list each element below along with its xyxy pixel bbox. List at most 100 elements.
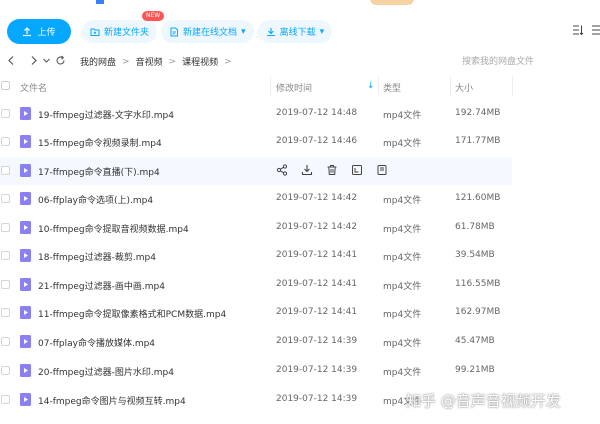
- header-type[interactable]: 类型: [383, 81, 401, 94]
- row-checkbox[interactable]: [1, 166, 10, 175]
- file-type: mp4文件: [383, 282, 422, 292]
- table-row[interactable]: 19-ffmpeg过滤器-文字水印.mp4 2019-07-12 14:48 m…: [0, 100, 600, 128]
- file-size: 39.54MB: [455, 250, 495, 260]
- table-row[interactable]: 17-ffmpeg命令直播(下).mp4: [0, 157, 512, 185]
- file-name[interactable]: 20-ffmpeg过滤器-图片水印.mp4: [38, 365, 174, 378]
- file-size: 116.55MB: [455, 279, 501, 289]
- row-checkbox[interactable]: [1, 366, 10, 375]
- new-folder-button[interactable]: 新建文件夹: [82, 20, 158, 43]
- row-checkbox[interactable]: [1, 395, 10, 404]
- file-name[interactable]: 10-ffmpeg命令提取音视频数据.mp4: [38, 222, 189, 235]
- chevron-down-icon[interactable]: [41, 55, 52, 66]
- refresh-icon[interactable]: [55, 55, 66, 66]
- file-name[interactable]: 18-ffmpeg过滤器-裁剪.mp4: [38, 250, 156, 263]
- file-date: 2019-07-12 14:46: [276, 136, 358, 146]
- file-size: 162.97MB: [455, 307, 501, 317]
- breadcrumb-item[interactable]: 音视频: [136, 55, 163, 68]
- video-file-icon: [20, 278, 31, 291]
- file-name[interactable]: 14-fmpeg命令图片与视频互转.mp4: [38, 394, 186, 407]
- chevron-down-icon: ▾: [319, 26, 325, 37]
- row-checkbox[interactable]: [1, 280, 10, 289]
- file-date: 2019-07-12 14:41: [276, 250, 358, 260]
- sort-down-icon[interactable]: ↓: [367, 81, 375, 91]
- nav-bar: 我的网盘 > 音视频 > 课程视频 > 搜索我的网盘文件: [0, 52, 600, 70]
- table-header: 文件名 修改时间 ↓ 类型 大小: [0, 76, 600, 96]
- file-type: mp4文件: [383, 225, 422, 235]
- file-date: 2019-07-12 14:48: [276, 108, 358, 118]
- video-file-icon: [20, 221, 31, 234]
- list-view-icon[interactable]: [590, 22, 600, 38]
- table-row[interactable]: 21-ffmpeg过滤器-画中画.mp4 2019-07-12 14:41 mp…: [0, 271, 600, 299]
- header-modified[interactable]: 修改时间: [276, 81, 312, 94]
- header-size[interactable]: 大小: [455, 81, 473, 94]
- new-badge: NEW: [142, 11, 165, 21]
- more-icon[interactable]: [376, 164, 388, 176]
- forward-icon[interactable]: [28, 55, 39, 66]
- file-name[interactable]: 17-ffmpeg命令直播(下).mp4: [38, 165, 160, 178]
- download-icon[interactable]: [301, 164, 313, 176]
- file-date: 2019-07-12 14:39: [276, 365, 358, 375]
- top-strip-pill[interactable]: [370, 0, 414, 5]
- breadcrumb-item[interactable]: 课程视频: [182, 55, 218, 68]
- chevron-down-icon: ▾: [241, 26, 246, 37]
- offline-download-button[interactable]: 离线下载 ▾: [257, 20, 333, 43]
- file-name[interactable]: 15-ffmpeg命令视频录制.mp4: [38, 136, 162, 149]
- table-row[interactable]: 15-ffmpeg命令视频录制.mp4 2019-07-12 14:46 mp4…: [0, 128, 600, 156]
- file-size: 61.78MB: [455, 222, 495, 232]
- table-row[interactable]: 07-ffplay命令播放媒体.mp4 2019-07-12 14:39 mp4…: [0, 328, 600, 356]
- file-size: 192.74MB: [455, 108, 501, 118]
- share-icon[interactable]: [276, 164, 288, 176]
- file-name[interactable]: 19-ffmpeg过滤器-文字水印.mp4: [38, 108, 174, 121]
- top-strip: [0, 0, 600, 6]
- watermark: 知乎 @音声音视频开发: [406, 392, 561, 410]
- top-strip-icon: [96, 0, 104, 4]
- row-checkbox[interactable]: [1, 337, 10, 346]
- video-file-icon: [20, 135, 31, 148]
- breadcrumb-item[interactable]: 我的网盘: [80, 55, 116, 68]
- column-divider: [378, 76, 379, 96]
- table-row[interactable]: 06-ffplay命令选项(上).mp4 2019-07-12 14:42 mp…: [0, 185, 600, 213]
- table-row[interactable]: 18-ffmpeg过滤器-裁剪.mp4 2019-07-12 14:41 mp4…: [0, 242, 600, 270]
- file-type: mp4文件: [383, 310, 422, 320]
- upload-button[interactable]: 上传: [7, 19, 71, 44]
- file-name[interactable]: 06-ffplay命令选项(上).mp4: [38, 193, 153, 206]
- file-name[interactable]: 07-ffplay命令播放媒体.mp4: [38, 336, 155, 349]
- back-icon[interactable]: [6, 55, 17, 66]
- delete-icon[interactable]: [326, 164, 338, 176]
- file-date: 2019-07-12 14:41: [276, 279, 358, 289]
- breadcrumb-separator: >: [224, 56, 232, 67]
- file-type: mp4文件: [383, 196, 422, 206]
- file-date: 2019-07-12 14:42: [276, 193, 358, 203]
- row-checkbox[interactable]: [1, 194, 10, 203]
- sort-list-icon[interactable]: [572, 24, 584, 36]
- column-divider: [450, 76, 451, 96]
- row-checkbox[interactable]: [1, 137, 10, 146]
- upload-label: 上传: [37, 28, 56, 38]
- toolbar: 上传 新建文件夹 新建在线文档 ▾ 离线下载 ▾ NEW: [0, 11, 600, 45]
- row-checkbox[interactable]: [1, 308, 10, 317]
- video-file-icon: [20, 164, 31, 177]
- new-online-doc-button[interactable]: 新建在线文档 ▾: [161, 20, 254, 43]
- file-type: mp4文件: [383, 111, 422, 121]
- video-file-icon: [20, 364, 31, 377]
- toolbar-actions: 新建文件夹 新建在线文档 ▾ 离线下载 ▾: [82, 20, 333, 43]
- upload-icon: [23, 26, 32, 36]
- file-date: 2019-07-12 14:39: [276, 336, 358, 346]
- table-row[interactable]: 20-ffmpeg过滤器-图片水印.mp4 2019-07-12 14:39 m…: [0, 357, 600, 385]
- row-checkbox[interactable]: [1, 223, 10, 232]
- row-checkbox[interactable]: [1, 251, 10, 260]
- search-input[interactable]: 搜索我的网盘文件: [462, 54, 534, 67]
- file-size: 45.47MB: [455, 336, 495, 346]
- video-file-icon: [20, 192, 31, 205]
- file-name[interactable]: 21-ffmpeg过滤器-画中画.mp4: [38, 279, 165, 292]
- rename-icon[interactable]: [351, 164, 363, 176]
- file-name[interactable]: 11-ffmpeg命令提取像素格式和PCM数据.mp4: [38, 307, 226, 320]
- header-name[interactable]: 文件名: [20, 81, 47, 94]
- row-checkbox[interactable]: [1, 109, 10, 118]
- breadcrumb: 我的网盘 > 音视频 > 课程视频 >: [80, 55, 232, 69]
- select-all-checkbox[interactable]: [1, 81, 10, 90]
- file-type: mp4文件: [383, 139, 422, 149]
- table-row[interactable]: 11-ffmpeg命令提取像素格式和PCM数据.mp4 2019-07-12 1…: [0, 299, 600, 327]
- table-row[interactable]: 10-ffmpeg命令提取音视频数据.mp4 2019-07-12 14:42 …: [0, 214, 600, 242]
- breadcrumb-separator: >: [168, 56, 177, 67]
